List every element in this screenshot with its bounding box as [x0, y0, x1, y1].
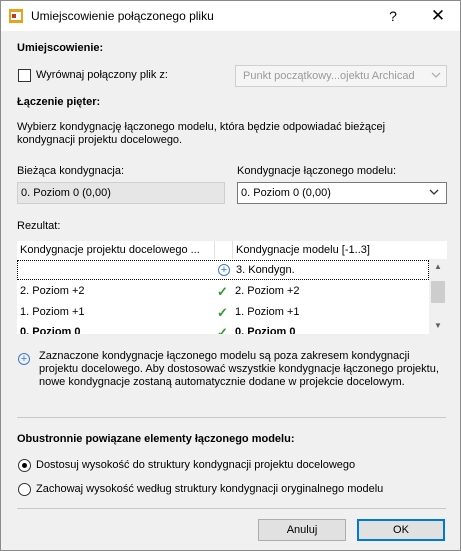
add-circle-icon: +	[218, 264, 230, 276]
target-floor-cell: 2. Poziom +2	[20, 285, 85, 297]
chevron-down-icon	[428, 185, 440, 202]
current-floor-field: 0. Poziom 0 (0,00)	[17, 182, 225, 204]
radio-keep-height-label[interactable]: Zachowaj wysokość według struktury kondy…	[36, 483, 383, 495]
model-floor-cell: 0. Poziom 0	[235, 326, 296, 334]
table-row[interactable]: 1. Poziom +1 ✓ 1. Poziom +1	[17, 303, 429, 323]
target-floor-cell: 1. Poziom +1	[20, 306, 85, 318]
check-icon: ✓	[217, 325, 228, 334]
dialog-window: Umiejscowienie połączonego pliku ? ✕ Umi…	[0, 0, 461, 551]
model-floor-cell: 3. Kondygn.	[236, 264, 295, 276]
table-row[interactable]: + 3. Kondygn.	[17, 260, 429, 280]
target-floor-cell: 0. Poziom 0	[20, 326, 81, 334]
check-icon: ✓	[217, 305, 228, 320]
align-checkbox[interactable]	[18, 69, 31, 82]
column-header-target[interactable]: Kondygnacje projektu docelowego ...	[17, 241, 215, 259]
model-floor-cell: 1. Poziom +1	[235, 306, 300, 318]
info-text: Zaznaczone kondygnacje łączonego modelu …	[39, 350, 439, 388]
table-scrollbar[interactable]: ▲ ▼	[429, 259, 447, 334]
dialog-title: Umiejscowienie połączonego pliku	[31, 9, 214, 23]
cancel-button[interactable]: Anuluj	[258, 519, 346, 541]
result-heading: Rezultat:	[17, 220, 61, 232]
linked-floor-label: Kondygnacje łączonego modelu:	[237, 165, 397, 177]
linked-floor-value: 0. Poziom 0 (0,00)	[241, 187, 331, 199]
help-button[interactable]: ?	[383, 6, 403, 26]
floors-heading: Łączenie pięter:	[17, 96, 101, 108]
current-floor-label: Bieżąca kondygnacja:	[17, 165, 125, 177]
radio-adjust-height[interactable]	[18, 459, 31, 472]
table-row[interactable]: 0. Poziom 0 ✓ 0. Poziom 0	[17, 323, 429, 334]
align-dropdown-value: Punkt początkowy...ojektu Archicad	[243, 70, 415, 82]
info-add-icon: +	[18, 353, 30, 365]
floors-description: Wybierz kondygnację łączonego modelu, kt…	[17, 121, 386, 146]
close-button[interactable]: ✕	[425, 6, 451, 26]
align-dropdown: Punkt początkowy...ojektu Archicad	[235, 65, 447, 87]
current-floor-value: 0. Poziom 0 (0,00)	[21, 187, 111, 199]
placement-heading: Umiejscowienie:	[17, 42, 104, 54]
table-row[interactable]: 2. Poziom +2 ✓ 2. Poziom +2	[17, 282, 429, 302]
scroll-up-icon[interactable]: ▲	[429, 259, 447, 275]
ok-button[interactable]: OK	[357, 519, 445, 541]
check-icon: ✓	[217, 284, 228, 299]
linked-floor-select[interactable]: 0. Poziom 0 (0,00)	[237, 182, 447, 204]
radio-keep-height[interactable]	[18, 483, 31, 496]
column-header-model[interactable]: Kondygnacje modelu [-1..3]	[233, 241, 429, 259]
result-table: Kondygnacje projektu docelowego ... Kond…	[17, 241, 447, 334]
align-label: Wyrównaj połączony plik z:	[36, 69, 168, 81]
chevron-down-icon	[430, 68, 442, 85]
column-header-icon	[215, 241, 233, 259]
app-icon	[9, 9, 23, 23]
scroll-thumb[interactable]	[431, 281, 445, 303]
divider	[17, 417, 446, 418]
divider	[17, 508, 446, 509]
model-floor-cell: 2. Poziom +2	[235, 285, 300, 297]
scroll-down-icon[interactable]: ▼	[429, 318, 447, 334]
associated-heading: Obustronnie powiązane elementy łączonego…	[17, 433, 295, 445]
title-bar: Umiejscowienie połączonego pliku ? ✕	[1, 1, 460, 31]
radio-adjust-height-label[interactable]: Dostosuj wysokość do struktury kondygnac…	[36, 459, 355, 471]
